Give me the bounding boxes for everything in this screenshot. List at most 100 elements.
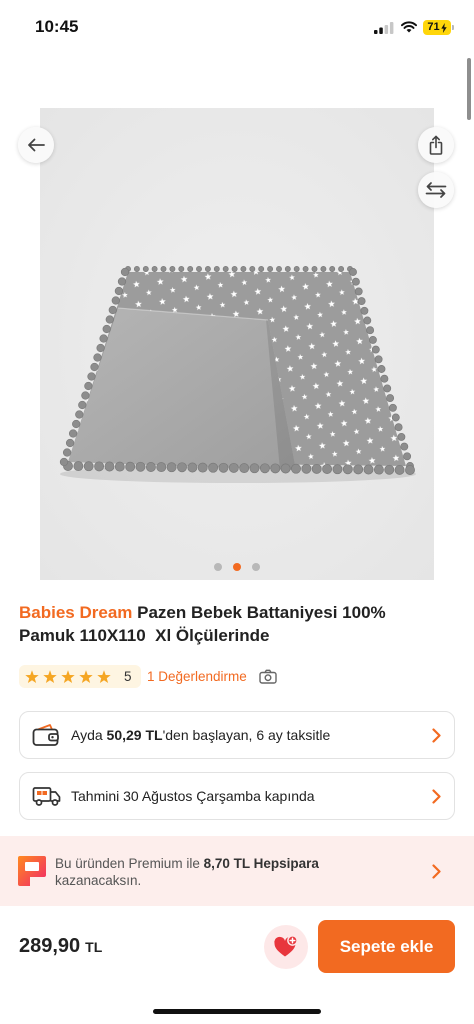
- battery-indicator: 71: [423, 20, 451, 35]
- pompom: [380, 374, 389, 383]
- hepsipara-logo-icon: [18, 856, 46, 886]
- pompom: [228, 462, 239, 473]
- pompom: [293, 266, 300, 272]
- pompom: [94, 461, 105, 472]
- pompom: [329, 266, 336, 272]
- pompom: [391, 413, 400, 422]
- pompom: [108, 305, 117, 315]
- home-indicator[interactable]: [153, 1009, 321, 1014]
- pompom: [249, 463, 260, 474]
- pompom: [218, 462, 229, 473]
- scrollbar[interactable]: [467, 58, 471, 120]
- pompom: [90, 362, 99, 372]
- pompom: [114, 461, 125, 472]
- pompom: [151, 266, 158, 272]
- pompom: [405, 465, 415, 475]
- product-image-carousel[interactable]: [40, 108, 434, 580]
- rating-stars: [25, 669, 111, 684]
- pompom: [187, 266, 194, 272]
- truck-icon: [32, 787, 61, 806]
- installment-text: Ayda 50,29 TL'den başlayan, 6 ay taksitl…: [71, 712, 330, 758]
- product-image: [40, 108, 434, 580]
- pompom: [104, 461, 115, 472]
- delivery-card[interactable]: Tahmini 30 Ağustos Çarşamba kapında: [19, 772, 455, 820]
- pompom: [114, 286, 124, 296]
- pompom: [342, 464, 353, 475]
- installment-amount: 50,29 TL: [106, 727, 163, 743]
- pompom: [363, 464, 374, 475]
- pompom: [187, 462, 198, 473]
- pompom: [62, 448, 72, 457]
- pompom: [394, 423, 403, 432]
- pompom: [383, 384, 392, 393]
- chevron-right-icon: [432, 789, 441, 804]
- installment-prefix: Ayda: [71, 727, 107, 743]
- pompom: [301, 463, 312, 474]
- pompom: [360, 306, 369, 315]
- pompom: [403, 452, 412, 461]
- installment-suffix: 'den başlayan, 6 ay taksitle: [162, 727, 331, 743]
- pompom: [377, 365, 386, 373]
- pompom: [73, 461, 84, 472]
- battery-level: 71: [427, 21, 440, 33]
- pompom: [83, 461, 94, 472]
- pompom: [357, 297, 366, 306]
- product-price: 289,90 TL: [19, 935, 102, 958]
- share-button[interactable]: [418, 127, 454, 163]
- star-icon: [79, 669, 93, 683]
- heart-plus-icon: [274, 935, 298, 957]
- pompom: [259, 463, 270, 474]
- pompom: [363, 316, 372, 325]
- carousel-dot: [214, 563, 222, 571]
- pompom: [160, 266, 167, 272]
- pompom: [368, 335, 377, 344]
- pompom: [384, 464, 395, 475]
- pompom: [59, 457, 69, 467]
- hepsipara-banner[interactable]: Bu üründen Premium ile 8,70 TL Hepsipara…: [0, 836, 474, 906]
- pompom: [135, 461, 146, 472]
- rating-summary[interactable]: 5: [19, 665, 141, 688]
- pompom: [373, 464, 384, 475]
- hepsipara-text: Bu üründen Premium ile 8,70 TL Hepsipara…: [55, 855, 355, 889]
- brand-link[interactable]: Babies Dream: [19, 603, 132, 622]
- hepsipara-prefix: Bu üründen Premium ile: [55, 856, 204, 871]
- rating-score: 5: [124, 669, 132, 684]
- pompom: [145, 462, 156, 472]
- price-currency: TL: [85, 939, 103, 955]
- pompom: [196, 266, 202, 272]
- reviews-link[interactable]: 1 Değerlendirme: [147, 668, 247, 685]
- wallet-icon: [32, 724, 59, 746]
- add-to-cart-button[interactable]: Sepete ekle: [318, 920, 455, 973]
- pompom: [258, 266, 265, 272]
- pompom: [125, 461, 136, 472]
- pompom: [388, 403, 397, 412]
- pompom: [394, 464, 405, 475]
- pompom: [84, 381, 93, 391]
- pompom: [332, 464, 343, 475]
- pompom: [349, 268, 357, 276]
- star-icon: [97, 669, 111, 683]
- pompom: [222, 266, 229, 272]
- pompom: [371, 345, 380, 354]
- pompom: [178, 266, 185, 272]
- pompom: [291, 463, 301, 474]
- installment-card[interactable]: Ayda 50,29 TL'den başlayan, 6 ay taksitl…: [19, 711, 455, 759]
- pompom: [65, 438, 75, 448]
- pompom: [320, 266, 327, 272]
- pompom: [96, 343, 105, 353]
- compare-arrows-icon: [425, 182, 447, 198]
- pompom: [117, 277, 127, 286]
- back-button[interactable]: [18, 127, 54, 163]
- add-to-favorites-button[interactable]: [264, 925, 308, 969]
- pompom: [208, 462, 219, 473]
- cellular-signal-icon: [374, 22, 394, 34]
- pompom: [166, 462, 177, 473]
- pompom: [249, 266, 256, 272]
- compare-button[interactable]: [418, 172, 454, 208]
- wifi-icon: [401, 21, 417, 33]
- pompom: [276, 266, 282, 272]
- pompom: [284, 266, 291, 272]
- pompom: [87, 372, 96, 381]
- pompom: [197, 462, 208, 473]
- product-title: Babies Dream Pazen Bebek Battaniyesi 100…: [19, 601, 437, 647]
